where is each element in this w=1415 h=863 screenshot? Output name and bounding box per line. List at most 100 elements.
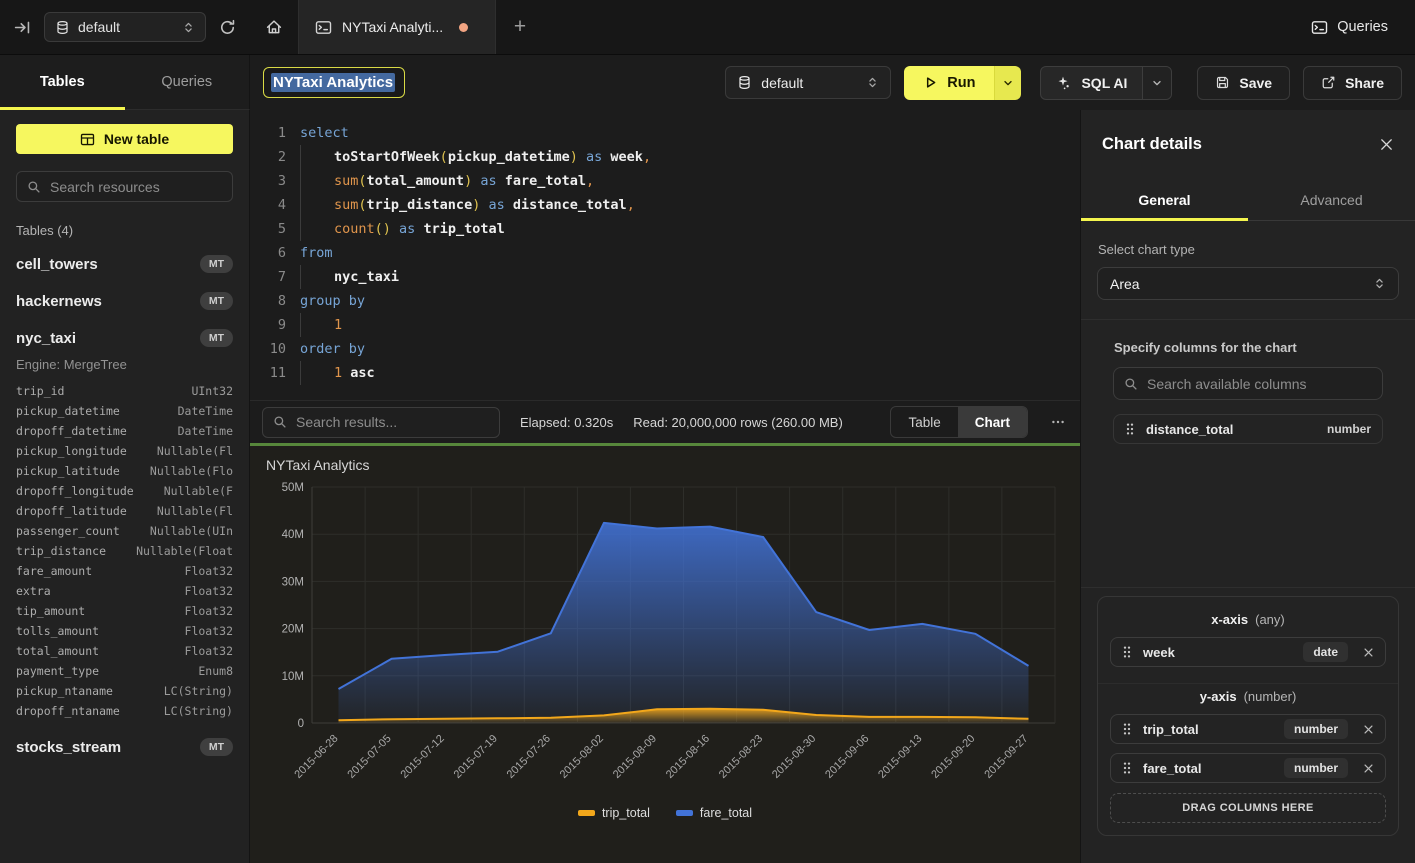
column-item[interactable]: pickup_longitudeNullable(Fl <box>16 441 233 461</box>
chart-type-select[interactable]: Area <box>1097 267 1399 300</box>
tables-list: cell_towersMThackernewsMTnyc_taxiMTEngin… <box>16 253 233 758</box>
column-item[interactable]: dropoff_latitudeNullable(Fl <box>16 501 233 521</box>
sidebar-tab-queries[interactable]: Queries <box>125 55 250 109</box>
column-item[interactable]: pickup_datetimeDateTime <box>16 401 233 421</box>
column-item[interactable]: total_amountFloat32 <box>16 641 233 661</box>
chevron-down-icon <box>1151 77 1163 89</box>
tab-label: NYTaxi Analyti... <box>342 19 443 35</box>
column-name: trip_distance <box>16 544 106 558</box>
topbar-database-select[interactable]: default <box>44 12 206 42</box>
queries-label: Queries <box>1337 19 1388 35</box>
run-options-button[interactable] <box>994 66 1021 100</box>
share-button[interactable]: Share <box>1303 66 1402 100</box>
collapse-sidebar-icon[interactable] <box>14 19 31 36</box>
queries-button[interactable]: Queries <box>1311 0 1415 54</box>
sidebar-tab-tables[interactable]: Tables <box>0 55 125 109</box>
editor-line[interactable]: 6from <box>250 241 1080 265</box>
column-item[interactable]: tolls_amountFloat32 <box>16 621 233 641</box>
svg-text:2015-07-19: 2015-07-19 <box>452 733 500 781</box>
editor-line[interactable]: 5 count() as trip_total <box>250 217 1080 241</box>
query-title-input[interactable]: NYTaxi Analytics <box>263 67 405 98</box>
column-name: trip_id <box>16 384 64 398</box>
y-axis-column-trip-total[interactable]: trip_total number <box>1110 714 1386 744</box>
table-item[interactable]: cell_towersMT <box>16 253 233 275</box>
editor-line-code: select <box>300 121 349 145</box>
sql-ai-button[interactable]: SQL AI <box>1041 67 1142 99</box>
column-item[interactable]: passenger_countNullable(UIn <box>16 521 233 541</box>
editor-line[interactable]: 1select <box>250 121 1080 145</box>
legend-item-fare_total[interactable]: fare_total <box>676 806 752 820</box>
editor-line[interactable]: 11 1 asc <box>250 361 1080 385</box>
more-options-icon[interactable] <box>1048 414 1068 430</box>
home-tab-button[interactable] <box>250 0 298 54</box>
drop-zone[interactable]: DRAG COLUMNS HERE <box>1110 793 1386 823</box>
column-item[interactable]: fare_amountFloat32 <box>16 561 233 581</box>
tab-nytaxi-analytics[interactable]: NYTaxi Analyti... <box>298 0 496 54</box>
column-item[interactable]: dropoff_datetimeDateTime <box>16 421 233 441</box>
column-item[interactable]: trip_idUInt32 <box>16 381 233 401</box>
sql-ai-options-button[interactable] <box>1142 67 1171 99</box>
svg-text:2015-08-09: 2015-08-09 <box>611 733 659 781</box>
results-search[interactable] <box>262 407 500 438</box>
refresh-icon[interactable] <box>219 19 236 36</box>
column-item[interactable]: dropoff_longitudeNullable(F <box>16 481 233 501</box>
columns-search[interactable] <box>1113 367 1383 400</box>
column-item[interactable]: trip_distanceNullable(Float <box>16 541 233 561</box>
legend-item-trip_total[interactable]: trip_total <box>578 806 650 820</box>
divider <box>1081 587 1415 588</box>
sidebar: New table Tables (4) cell_towersMThacker… <box>0 110 250 863</box>
close-icon[interactable] <box>1379 137 1394 152</box>
table-item[interactable]: hackernewsMT <box>16 290 233 312</box>
columns-search-input[interactable] <box>1147 376 1372 392</box>
topbar-database-value: default <box>78 19 120 35</box>
run-button[interactable]: Run <box>904 66 994 100</box>
table-item[interactable]: nyc_taxiMT <box>16 327 233 349</box>
new-table-button[interactable]: New table <box>16 124 233 154</box>
home-icon <box>265 18 283 36</box>
engine-badge: MT <box>200 738 233 756</box>
column-item[interactable]: pickup_ntanameLC(String) <box>16 681 233 701</box>
table-view-button[interactable]: Table <box>891 407 957 437</box>
column-item[interactable]: extraFloat32 <box>16 581 233 601</box>
editor-line-code: sum(total_amount) as fare_total, <box>300 169 594 193</box>
x-axis-column-week[interactable]: week date <box>1110 637 1386 667</box>
y-axis-column-fare-total[interactable]: fare_total number <box>1110 753 1386 783</box>
results-search-input[interactable] <box>296 414 489 430</box>
drag-handle-icon[interactable] <box>1125 422 1135 436</box>
editor-line[interactable]: 7 nyc_taxi <box>250 265 1080 289</box>
panel-tab-advanced[interactable]: Advanced <box>1248 179 1415 220</box>
drag-handle-icon[interactable] <box>1122 761 1132 775</box>
divider <box>1098 683 1398 684</box>
column-item[interactable]: tip_amountFloat32 <box>16 601 233 621</box>
sql-editor[interactable]: 1select2 toStartOfWeek(pickup_datetime) … <box>250 110 1080 400</box>
chart-view-label: Chart <box>975 415 1010 430</box>
editor-line[interactable]: 3 sum(total_amount) as fare_total, <box>250 169 1080 193</box>
editor-line[interactable]: 2 toStartOfWeek(pickup_datetime) as week… <box>250 145 1080 169</box>
remove-column-icon[interactable] <box>1363 724 1374 735</box>
editor-line[interactable]: 9 1 <box>250 313 1080 337</box>
remove-column-icon[interactable] <box>1363 647 1374 658</box>
column-item[interactable]: payment_typeEnum8 <box>16 661 233 681</box>
remove-column-icon[interactable] <box>1363 763 1374 774</box>
sidebar-search[interactable] <box>16 171 233 202</box>
drag-handle-icon[interactable] <box>1122 722 1132 736</box>
drag-handle-icon[interactable] <box>1122 645 1132 659</box>
panel-tab-general[interactable]: General <box>1081 179 1248 220</box>
column-item[interactable]: pickup_latitudeNullable(Flo <box>16 461 233 481</box>
axes-card: x-axis (any) week date y-axis (nu <box>1097 596 1399 836</box>
column-item[interactable]: dropoff_ntanameLC(String) <box>16 701 233 721</box>
table-item[interactable]: stocks_streamMT <box>16 736 233 758</box>
app-window: default NYTaxi Analyti... + Queries <box>0 0 1415 863</box>
chevron-updown-icon <box>182 21 195 34</box>
new-tab-button[interactable]: + <box>496 0 544 54</box>
available-column-distance-total[interactable]: distance_total number <box>1113 414 1383 444</box>
queries-icon <box>1311 19 1328 36</box>
editor-line[interactable]: 4 sum(trip_distance) as distance_total, <box>250 193 1080 217</box>
toolbar-database-select[interactable]: default <box>725 66 891 99</box>
save-button[interactable]: Save <box>1197 66 1290 100</box>
sidebar-search-input[interactable] <box>50 179 222 195</box>
editor-line[interactable]: 8group by <box>250 289 1080 313</box>
chart-view-button[interactable]: Chart <box>958 407 1027 437</box>
svg-text:30M: 30M <box>282 576 304 588</box>
editor-line[interactable]: 10order by <box>250 337 1080 361</box>
